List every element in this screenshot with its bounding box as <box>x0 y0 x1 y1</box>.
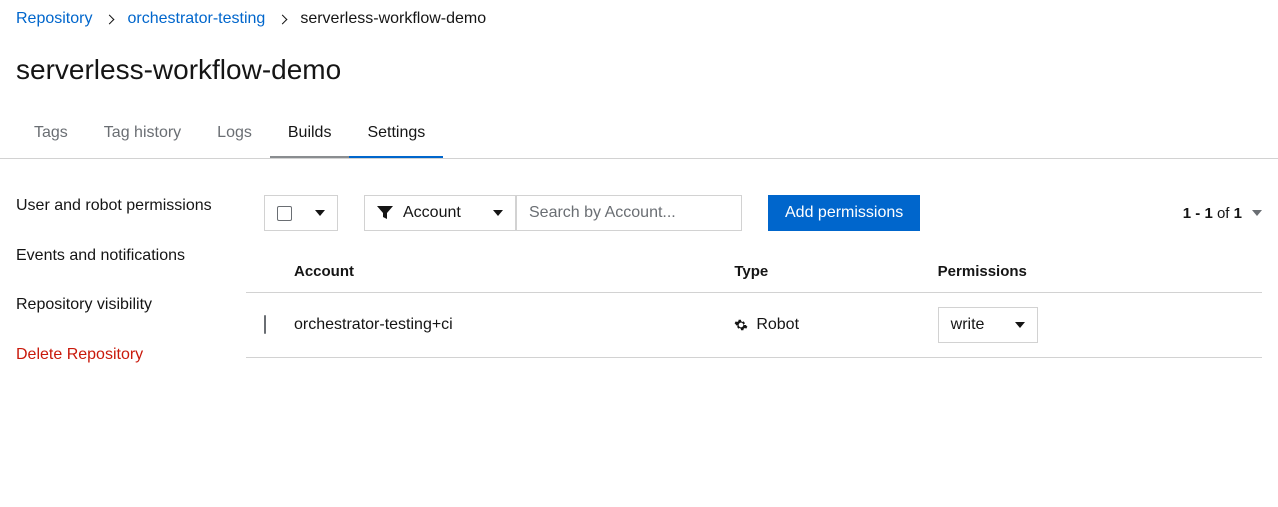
tab-tag-history[interactable]: Tag history <box>86 114 199 158</box>
checkbox-icon <box>277 206 292 221</box>
breadcrumb-current: serverless-workflow-demo <box>300 10 486 28</box>
bulk-select-dropdown[interactable] <box>264 195 338 231</box>
chevron-right-icon <box>278 14 288 24</box>
toolbar: Account Add permissions 1 - 1 of 1 <box>246 195 1262 237</box>
chevron-down-icon <box>315 210 325 216</box>
chevron-down-icon[interactable] <box>1252 210 1262 216</box>
tabs: Tags Tag history Logs Builds Settings <box>0 114 1278 159</box>
filter-icon <box>377 206 393 220</box>
permissions-table: Account Type Permissions orchestrator-te… <box>246 251 1262 358</box>
filter-label: Account <box>403 204 461 222</box>
tab-tags[interactable]: Tags <box>16 114 86 158</box>
breadcrumb-org-link[interactable]: orchestrator-testing <box>127 10 265 28</box>
sidemenu-item-delete[interactable]: Delete Repository <box>16 344 230 394</box>
permission-value: write <box>951 316 985 334</box>
tab-logs[interactable]: Logs <box>199 114 270 158</box>
permissions-panel: Account Add permissions 1 - 1 of 1 <box>246 195 1262 393</box>
gear-icon <box>734 318 748 332</box>
col-type: Type <box>726 251 929 293</box>
pagination-range: 1 - 1 <box>1183 205 1213 222</box>
table-row: orchestrator-testing+ci Robot write <box>246 293 1262 358</box>
pagination: 1 - 1 of 1 <box>1183 205 1262 222</box>
settings-sidemenu: User and robot permissions Events and no… <box>16 195 246 393</box>
sidemenu-item-visibility[interactable]: Repository visibility <box>16 294 230 344</box>
tab-builds[interactable]: Builds <box>270 114 350 158</box>
add-permissions-button[interactable]: Add permissions <box>768 195 920 231</box>
col-account: Account <box>286 251 726 293</box>
cell-type: Robot <box>756 316 799 334</box>
breadcrumb-root-link[interactable]: Repository <box>16 10 92 28</box>
pagination-total: 1 <box>1234 205 1242 222</box>
page-title: serverless-workflow-demo <box>16 54 1262 86</box>
col-permissions: Permissions <box>930 251 1222 293</box>
chevron-down-icon <box>493 210 503 216</box>
search-input[interactable] <box>516 195 742 231</box>
chevron-right-icon <box>105 14 115 24</box>
chevron-down-icon <box>1015 322 1025 328</box>
row-checkbox[interactable] <box>264 315 266 334</box>
tab-settings[interactable]: Settings <box>349 114 443 158</box>
sidemenu-item-permissions[interactable]: User and robot permissions <box>16 195 230 245</box>
sidemenu-item-events[interactable]: Events and notifications <box>16 245 230 295</box>
filter-dropdown[interactable]: Account <box>364 195 516 231</box>
breadcrumb: Repository orchestrator-testing serverle… <box>16 0 1262 34</box>
permission-select[interactable]: write <box>938 307 1038 343</box>
cell-account: orchestrator-testing+ci <box>286 293 726 358</box>
